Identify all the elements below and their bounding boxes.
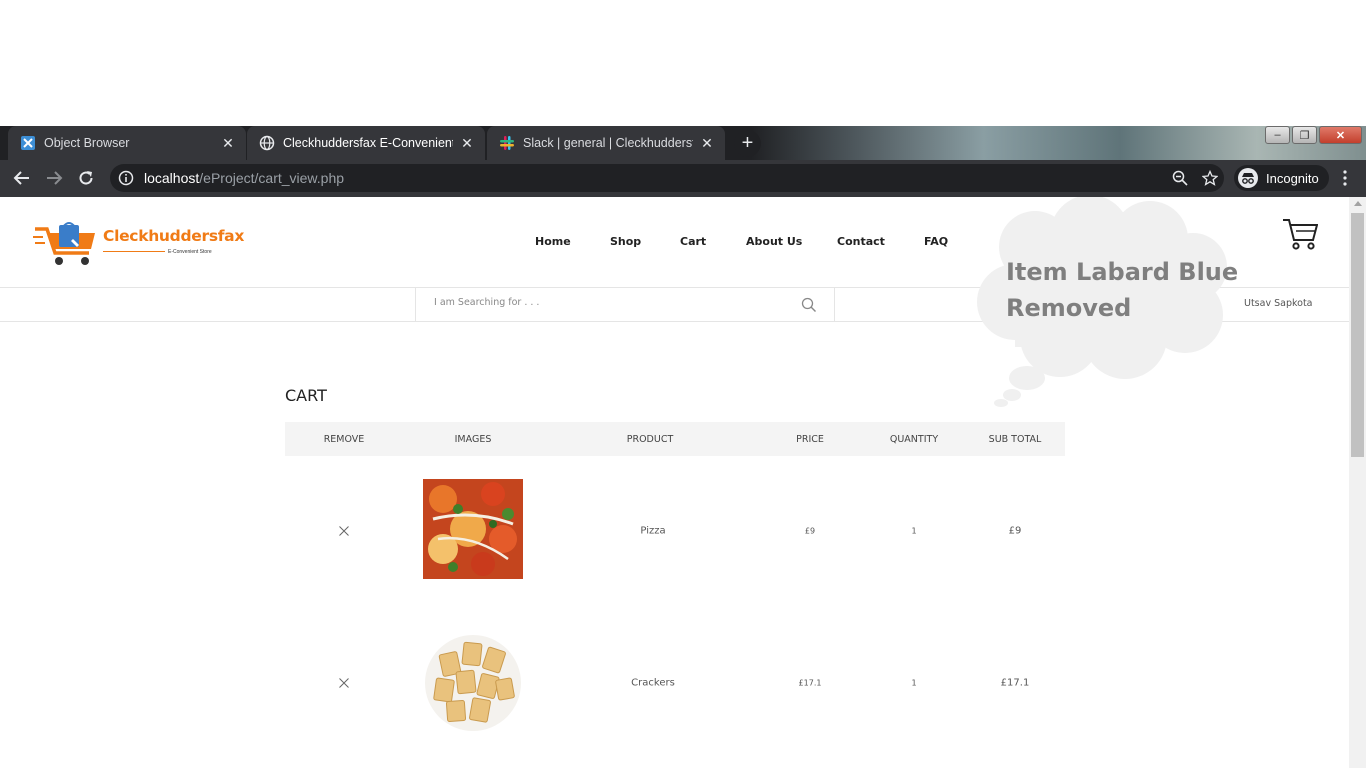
nav-about-us[interactable]: About Us — [746, 235, 837, 248]
forward-button[interactable] — [43, 167, 65, 189]
tab-slack[interactable]: Slack | general | Cleckhuddersfax ✕ — [487, 126, 725, 160]
cart-notification: Item Labard Blue Removed — [1006, 254, 1238, 326]
nav-shop[interactable]: Shop — [610, 235, 680, 248]
product-price: £17.1 — [798, 678, 822, 688]
product-quantity: 1 — [911, 526, 917, 536]
tab-object-browser[interactable]: Object Browser ✕ — [8, 126, 246, 160]
new-tab-button[interactable]: + — [734, 130, 761, 157]
close-tab-icon[interactable]: ✕ — [459, 135, 475, 151]
reload-icon — [79, 171, 93, 185]
scroll-up-icon[interactable] — [1354, 201, 1362, 206]
zoom-out-icon[interactable] — [1172, 170, 1188, 186]
tab-title: Object Browser — [44, 136, 130, 150]
header-cart-icon[interactable] — [1282, 217, 1319, 256]
cart-table: REMOVE IMAGES PRODUCT PRICE QUANTITY SUB… — [285, 422, 1065, 760]
remove-item-icon[interactable] — [339, 674, 350, 693]
main-nav: Home Shop Cart About Us Contact FAQ — [535, 235, 964, 248]
scrollbar-thumb[interactable] — [1351, 213, 1364, 457]
col-images: IMAGES — [454, 434, 492, 445]
search-box — [415, 288, 835, 321]
nav-contact[interactable]: Contact — [837, 235, 924, 248]
web-page: Cleckhuddersfax E-Convenient Store Home … — [0, 197, 1349, 768]
url-text: localhost/eProject/cart_view.php — [144, 170, 345, 186]
shopping-cart-logo-icon — [33, 222, 95, 265]
table-row: Pizza £9 1 £9 — [285, 456, 1065, 608]
cart-title: CART — [285, 386, 327, 405]
minimize-icon[interactable]: – — [1265, 126, 1290, 144]
notification-line-2: Removed — [1006, 294, 1132, 322]
browser-tabstrip: Object Browser ✕ Cleckhuddersfax E-Conve… — [0, 126, 1366, 160]
address-bar[interactable]: localhost/eProject/cart_view.php — [110, 164, 1224, 192]
product-subtotal: £17.1 — [1000, 677, 1030, 689]
nav-faq[interactable]: FAQ — [924, 235, 964, 248]
close-tab-icon[interactable]: ✕ — [220, 135, 236, 151]
col-remove: REMOVE — [323, 434, 365, 445]
product-name[interactable]: Crackers — [631, 678, 675, 689]
search-icon[interactable] — [801, 297, 817, 313]
table-header: REMOVE IMAGES PRODUCT PRICE QUANTITY SUB… — [285, 422, 1065, 456]
kebab-menu-icon — [1343, 170, 1347, 186]
close-window-icon[interactable]: ✕ — [1319, 126, 1362, 144]
logo-brand-text: Cleckhuddersfax — [103, 227, 245, 245]
col-subtotal: SUB TOTAL — [988, 434, 1042, 445]
back-arrow-icon — [13, 171, 29, 185]
site-logo[interactable]: Cleckhuddersfax E-Convenient Store — [33, 219, 244, 269]
logo-tagline: E-Convenient Store — [168, 249, 212, 255]
col-price: PRICE — [796, 434, 824, 445]
close-tab-icon[interactable]: ✕ — [699, 135, 715, 151]
table-row: Crackers £17.1 1 £17.1 — [285, 608, 1065, 760]
crackers-image[interactable] — [423, 631, 523, 731]
slack-icon — [499, 135, 515, 151]
remove-item-icon[interactable] — [339, 522, 350, 541]
info-icon — [118, 170, 134, 186]
logo-divider — [103, 251, 165, 252]
user-name-link[interactable]: Utsav Sapkota — [1244, 298, 1313, 309]
reload-button[interactable] — [75, 167, 97, 189]
tab-title: Slack | general | Cleckhuddersfax — [523, 136, 693, 150]
notification-line-1: Item Labard Blue — [1006, 258, 1239, 286]
back-button[interactable] — [11, 167, 33, 189]
tab-cleckhuddersfax[interactable]: Cleckhuddersfax E-Convenient St ✕ — [247, 126, 485, 160]
product-name[interactable]: Pizza — [640, 526, 665, 537]
star-icon[interactable] — [1202, 170, 1218, 186]
nav-home[interactable]: Home — [535, 235, 610, 248]
page-scrollbar[interactable] — [1349, 197, 1366, 768]
browser-menu-button[interactable] — [1336, 168, 1354, 188]
col-quantity: QUANTITY — [889, 434, 939, 445]
window-controls: – ❐ ✕ — [1265, 126, 1362, 144]
product-quantity: 1 — [911, 678, 917, 688]
incognito-icon — [1238, 168, 1258, 188]
forward-arrow-icon — [47, 171, 63, 185]
globe-icon — [259, 135, 275, 151]
product-subtotal: £9 — [1008, 525, 1022, 537]
tab-title: Cleckhuddersfax E-Convenient St — [283, 136, 453, 150]
blank-area — [0, 0, 1366, 126]
incognito-label: Incognito — [1266, 170, 1319, 186]
restore-icon[interactable]: ❐ — [1292, 126, 1317, 144]
object-browser-icon — [20, 135, 36, 151]
search-input[interactable] — [434, 297, 784, 308]
product-price: £9 — [804, 526, 816, 536]
incognito-badge[interactable]: Incognito — [1234, 165, 1329, 191]
col-product: PRODUCT — [626, 434, 674, 445]
pizza-image[interactable] — [423, 479, 523, 579]
nav-cart[interactable]: Cart — [680, 235, 746, 248]
